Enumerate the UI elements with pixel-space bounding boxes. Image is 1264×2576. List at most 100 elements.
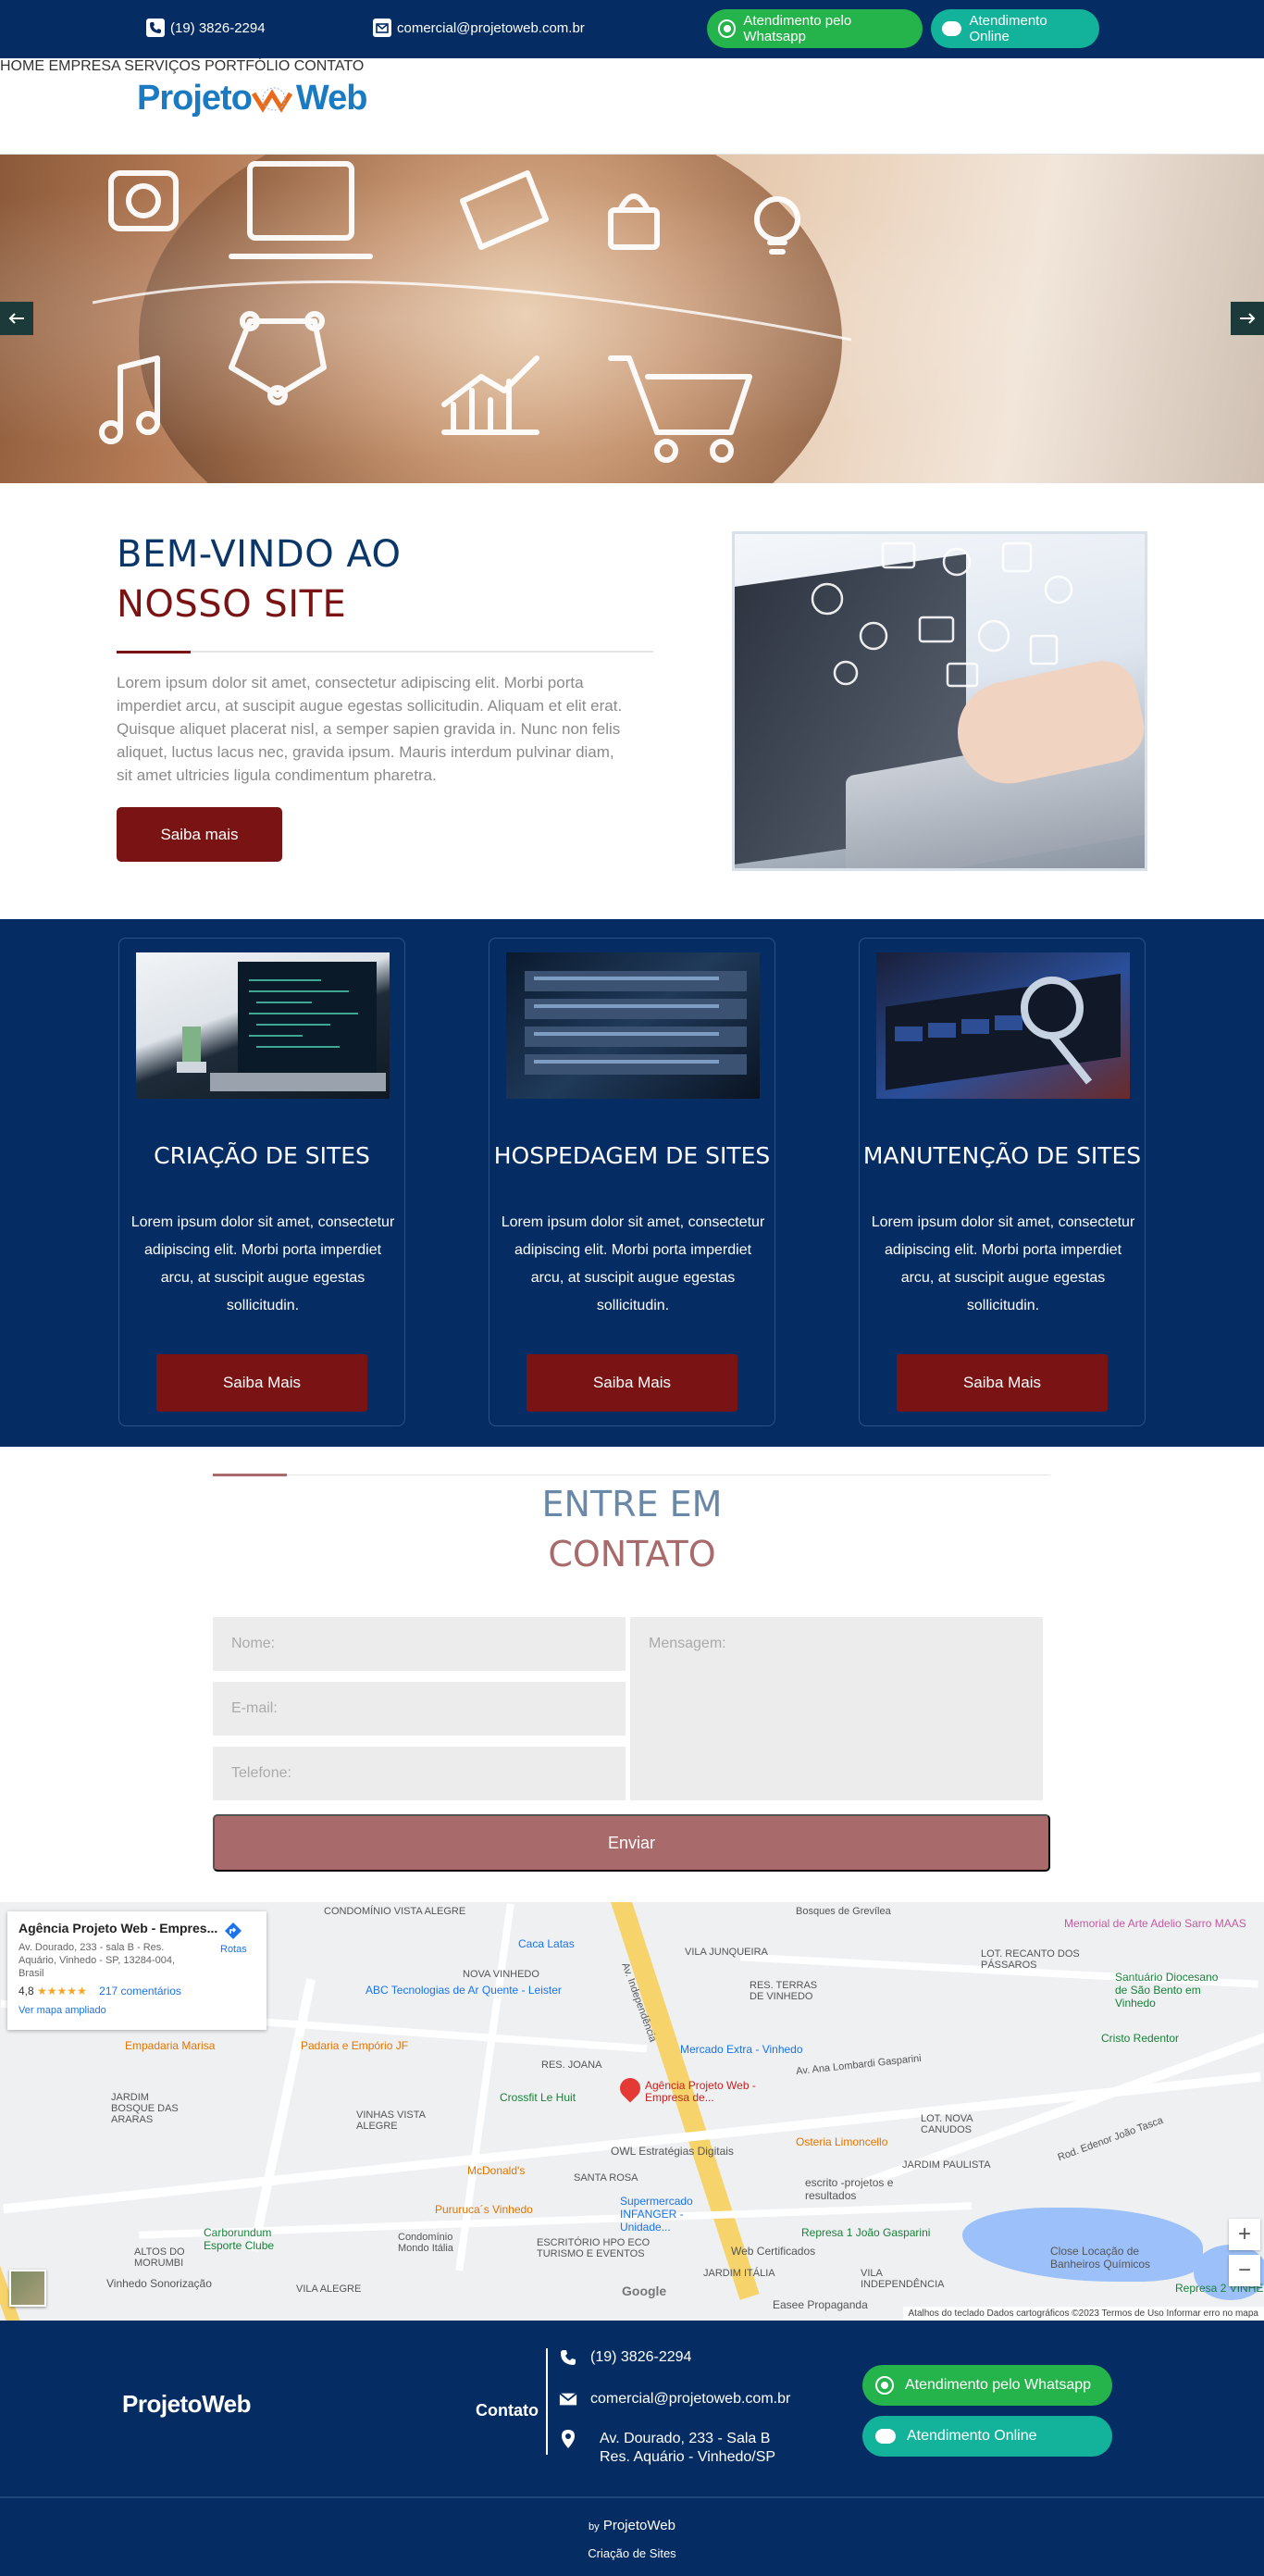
nav-home[interactable]: HOME — [0, 58, 44, 74]
map-label: JARDIM BOSQUE DAS ARARAS — [111, 2092, 179, 2125]
site-logo[interactable]: Projeto Web — [137, 79, 368, 118]
map-label: Empadaria Marisa — [125, 2039, 216, 2052]
map-label: JARDIM PAULISTA — [902, 2159, 991, 2171]
logo-text-part2: Web — [295, 79, 368, 118]
map-label: Cristo Redentor — [1101, 2032, 1180, 2045]
map-pin-icon — [559, 2430, 577, 2448]
map-label: LOT. NOVA CANUDOS — [921, 2113, 973, 2135]
map-label: VILA JUNQUEIRA — [685, 1947, 768, 1958]
map-reviews-link[interactable]: 217 comentários — [99, 1985, 181, 1997]
map-label: Web Certificados — [731, 2245, 816, 2258]
footer-address: Av. Dourado, 233 - Sala B Res. Aquário -… — [559, 2430, 775, 2467]
map-label: ESCRITÓRIO HPO ECO TURISMO E EVENTOS — [537, 2237, 651, 2259]
main-nav: HOME EMPRESA SERVIÇOS PORTFÓLIO CONTATO — [0, 58, 1264, 75]
map-label: VINHAS VISTA ALEGRE — [356, 2109, 426, 2132]
map-label: Caca Latas — [518, 1937, 575, 1950]
slider-next-button[interactable] — [1231, 302, 1264, 335]
slider-prev-button[interactable] — [0, 302, 33, 335]
site-footer: ProjetoWeb Contato (19) 3826-2294 comerc… — [0, 2321, 1264, 2576]
service-text: Lorem ipsum dolor sit amet, consectetur … — [871, 1214, 1135, 1313]
map-card-address: Av. Dourado, 233 - sala B - Res. Aquário… — [19, 1942, 176, 1979]
email-input[interactable]: E-mail: — [213, 1682, 626, 1736]
nav-empresa[interactable]: EMPRESA — [48, 58, 119, 74]
location-map[interactable]: CONDOMÍNIO VISTA ALEGRE Bosques de Greví… — [0, 1902, 1264, 2321]
footer-email-text: comercial@projetoweb.com.br — [590, 2391, 791, 2407]
message-textarea[interactable]: Mensagem: — [630, 1617, 1043, 1800]
map-satellite-toggle[interactable] — [9, 2270, 46, 2307]
chat-icon — [942, 21, 962, 36]
footer-logo[interactable]: ProjetoWeb — [122, 2390, 251, 2419]
topbar-email[interactable]: comercial@projetoweb.com.br — [373, 19, 585, 37]
service-title: CRIAÇÃO DE SITES — [154, 1142, 370, 1169]
phone-input[interactable]: Telefone: — [213, 1747, 626, 1800]
map-label: Close Locação de Banheiros Químicos — [1050, 2245, 1151, 2271]
whatsapp-button[interactable]: Atendimento pelo Whatsapp — [707, 9, 923, 48]
name-input[interactable]: Nome: — [213, 1617, 626, 1671]
whatsapp-icon — [875, 2376, 894, 2395]
map-label: Mercado Extra - Vinhedo — [680, 2043, 803, 2056]
service-text: Lorem ipsum dolor sit amet, consectetur … — [130, 1214, 395, 1313]
map-label: Av. Ana Lombardi Gasparini — [795, 2052, 923, 2078]
footer-phone-text: (19) 3826-2294 — [590, 2349, 692, 2365]
logo-mark-icon — [251, 87, 293, 113]
map-zoom-out-button[interactable]: − — [1229, 2255, 1260, 2286]
welcome-text: Lorem ipsum dolor sit amet, consectetur … — [117, 674, 623, 784]
service-title: MANUTENÇÃO DE SITES — [862, 1142, 1142, 1169]
map-label: Bosques de Grevílea — [796, 1906, 891, 1917]
site-header: Projeto Web HOME EMPRESA SERVIÇOS PORTFÓL… — [0, 58, 1264, 155]
map-label: JARDIM ITÁLIA — [703, 2268, 775, 2279]
service-image-hospedagem — [506, 952, 760, 1099]
footer-by-text: by — [589, 2521, 600, 2532]
location-pin-icon[interactable] — [615, 2073, 645, 2103]
footer-separator — [0, 2496, 1264, 2498]
map-larger-link[interactable]: Ver mapa ampliado — [19, 2005, 255, 2016]
map-label: Osteria Limoncello — [796, 2135, 888, 2148]
service-more-button[interactable]: Saiba Mais — [156, 1354, 367, 1412]
chat-icon — [875, 2429, 896, 2444]
footer-online-button[interactable]: Atendimento Online — [862, 2416, 1112, 2457]
footer-credit-text: Criação de Sites — [588, 2546, 676, 2560]
online-chat-button[interactable]: Atendimento Online — [931, 9, 1099, 48]
send-button[interactable]: Enviar — [213, 1814, 1050, 1872]
top-bar: (19) 3826-2294 comercial@projetoweb.com.… — [0, 0, 1264, 58]
map-label: Condomínio Mondo Itália — [398, 2232, 453, 2254]
topbar-phone[interactable]: (19) 3826-2294 — [146, 19, 266, 37]
service-card-hospedagem: HOSPEDAGEM DE SITES Lorem ipsum dolor si… — [489, 938, 775, 1426]
service-more-button[interactable]: Saiba Mais — [897, 1354, 1108, 1412]
map-zoom-in-button[interactable]: + — [1229, 2219, 1260, 2250]
footer-online-label: Atendimento Online — [907, 2428, 1037, 2444]
map-routes-button[interactable]: Rotas — [220, 1921, 247, 1955]
footer-whatsapp-button[interactable]: Atendimento pelo Whatsapp — [862, 2365, 1112, 2406]
welcome-more-button[interactable]: Saiba mais — [117, 807, 282, 862]
contact-title-line2: CONTATO — [548, 1534, 716, 1574]
map-label: ALTOS DO MORUMBI — [134, 2246, 185, 2269]
nav-servicos[interactable]: SERVIÇOS — [124, 58, 200, 74]
footer-credit-logo[interactable]: by ProjetoWeb — [0, 2518, 1264, 2533]
service-card-manutencao: MANUTENÇÃO DE SITES Lorem ipsum dolor si… — [859, 938, 1146, 1426]
contact-title-line1: ENTRE EM — [541, 1484, 723, 1524]
service-more-button[interactable]: Saiba Mais — [527, 1354, 737, 1412]
map-label: McDonald's — [467, 2164, 526, 2177]
map-attribution[interactable]: Atalhos do teclado Dados cartográficos ©… — [902, 2307, 1264, 2321]
map-label: RES. TERRAS DE VINHEDO — [750, 1980, 818, 2002]
arrow-right-icon — [1240, 313, 1256, 324]
phone-icon — [146, 19, 165, 37]
service-image-criacao — [136, 952, 390, 1099]
logo-text-part1: Projeto — [137, 79, 253, 118]
map-label: Represa 1 João Gasparini — [801, 2226, 931, 2239]
nav-contato[interactable]: CONTATO — [294, 58, 365, 74]
footer-email[interactable]: comercial@projetoweb.com.br — [559, 2390, 790, 2408]
topbar-email-text: comercial@projetoweb.com.br — [397, 19, 585, 36]
google-logo: Google — [622, 2284, 667, 2298]
map-label: VILA INDEPENDÊNCIA — [861, 2268, 945, 2290]
map-label: Carborundum Esporte Clube — [204, 2226, 275, 2252]
map-label: Pururuca´s Vinhedo — [435, 2203, 533, 2216]
service-card-criacao: CRIAÇÃO DE SITES Lorem ipsum dolor sit a… — [118, 938, 405, 1426]
footer-phone[interactable]: (19) 3826-2294 — [559, 2348, 691, 2367]
service-text: Lorem ipsum dolor sit amet, consectetur … — [501, 1214, 765, 1313]
nav-portfolio[interactable]: PORTFÓLIO — [204, 58, 290, 74]
map-label: NOVA VINHEDO — [463, 1969, 539, 1980]
map-label: ABC Tecnologias de Ar Quente - Leister — [366, 1984, 562, 1997]
map-label: Easee Propaganda — [773, 2298, 868, 2311]
whatsapp-icon — [718, 19, 737, 38]
